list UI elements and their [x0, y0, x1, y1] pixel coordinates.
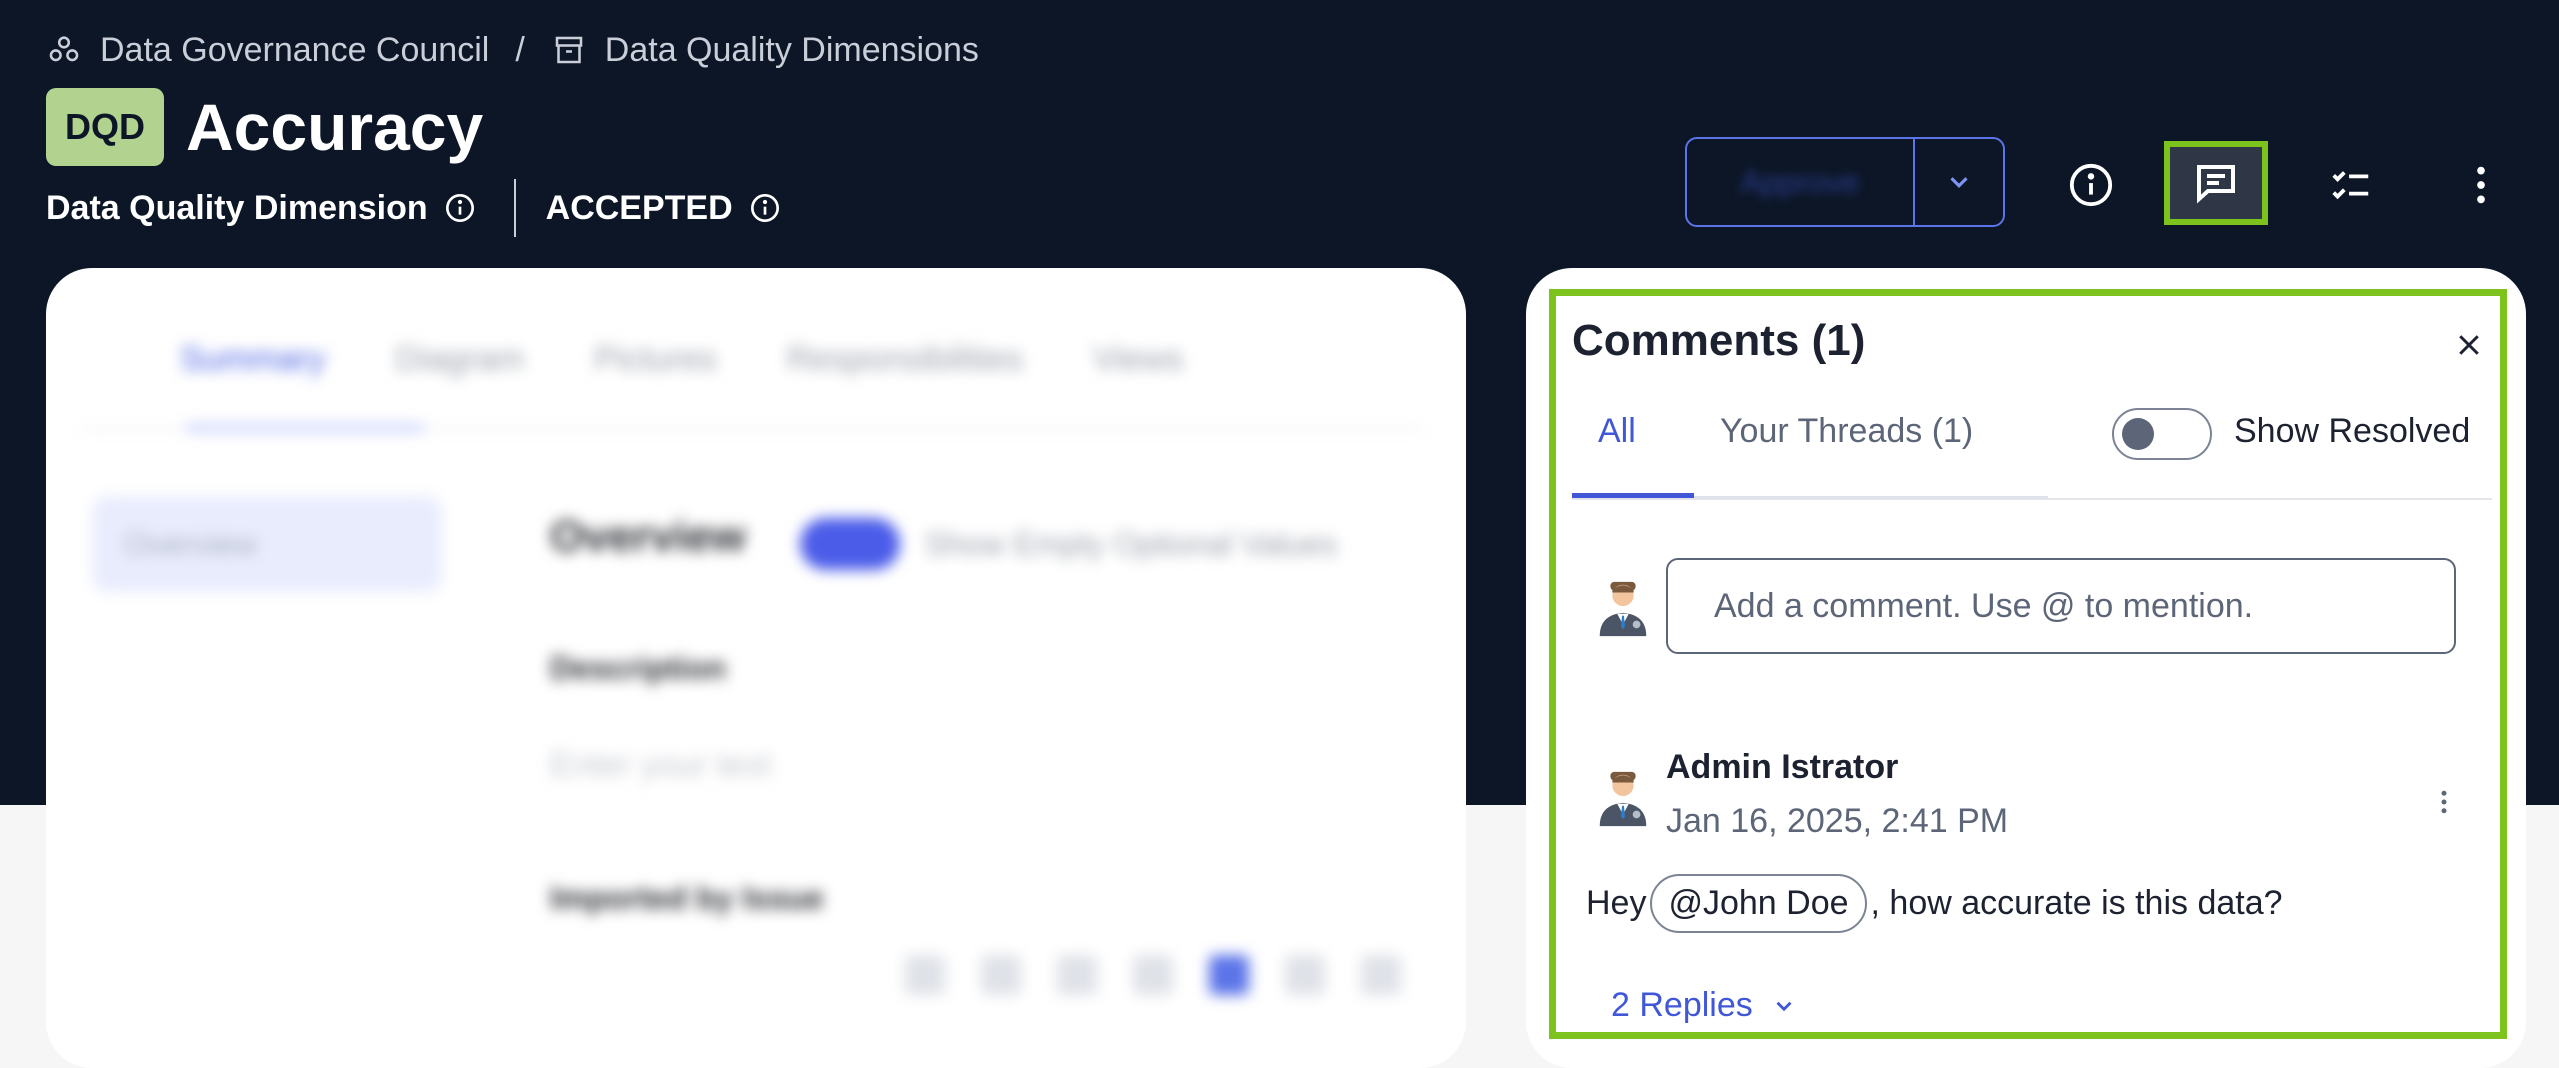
close-icon	[2459, 335, 2479, 355]
tasks-button[interactable]	[2310, 144, 2392, 226]
comment-date: Jan 16, 2025, 2:41 PM	[1666, 802, 2009, 840]
author-avatar-icon	[1599, 771, 1647, 827]
user-avatar-icon	[1599, 581, 1647, 637]
mention-chip[interactable]: @John Doe	[1650, 874, 1867, 933]
tasks-icon	[2332, 171, 2369, 200]
asset-type-label: Data Quality Dimension	[46, 188, 428, 227]
tab-responsibilities[interactable]: Responsibilities	[787, 340, 1023, 379]
description-label: Description	[550, 650, 727, 686]
replies-label: 2 Replies	[1611, 986, 1753, 1024]
info-icon	[2069, 163, 2113, 207]
toolbar-button[interactable]	[1285, 955, 1325, 995]
status-info-icon[interactable]	[749, 192, 781, 224]
comment-input[interactable]: Add a comment. Use @ to mention.	[1666, 558, 2456, 654]
toolbar-button[interactable]	[1133, 955, 1173, 995]
toolbar-button[interactable]	[1209, 955, 1249, 995]
comment-author: Admin Istrator	[1666, 748, 1899, 786]
comment-text-prefix: Hey	[1586, 884, 1647, 922]
show-resolved-label: Show Resolved	[2234, 412, 2471, 450]
comments-button[interactable]	[2164, 141, 2268, 225]
asset-title-row: DQD Accuracy	[46, 88, 483, 166]
workflow-action-main[interactable]: Approve	[1687, 139, 1913, 225]
domain-box-icon	[551, 32, 587, 68]
breadcrumb-community[interactable]: Data Governance Council	[100, 31, 489, 70]
comment-input-placeholder: Add a comment. Use @ to mention.	[1714, 586, 2254, 625]
workflow-action-button: Approve	[1685, 137, 2005, 227]
show-resolved-toggle[interactable]	[2112, 408, 2212, 460]
replies-toggle[interactable]: 2 Replies	[1611, 986, 1797, 1025]
chevron-down-icon	[1950, 177, 1968, 188]
tab-views[interactable]: Views	[1093, 340, 1183, 379]
comment-menu-button[interactable]	[2424, 772, 2464, 832]
toolbar-button[interactable]	[1361, 955, 1401, 995]
tab-all-comments[interactable]: All	[1598, 412, 1636, 451]
type-info-icon[interactable]	[444, 192, 476, 224]
tab-your-threads[interactable]: Your Threads (1)	[1720, 412, 1973, 451]
editor-toolbar	[905, 955, 1401, 995]
side-nav-overview[interactable]: Overview	[92, 496, 442, 592]
comments-panel: Comments (1) All Your Threads (1) Show R…	[1549, 289, 2507, 1039]
community-icon	[46, 32, 82, 68]
toggle-knob	[2122, 418, 2154, 450]
asset-content-card	[46, 268, 1466, 1068]
tab-summary[interactable]: Summary	[180, 340, 325, 379]
breadcrumb: Data Governance Council / Data Quality D…	[46, 26, 979, 74]
comment-body: Hey @John Doe , how accurate is this dat…	[1586, 874, 2283, 933]
tab-diagram[interactable]: Diagram	[395, 340, 523, 379]
breadcrumb-separator: /	[515, 30, 525, 69]
page-title: Accuracy	[186, 90, 484, 164]
comments-title: Comments (1)	[1572, 316, 1866, 365]
show-empty-toggle[interactable]	[800, 518, 900, 570]
imported-by-label: Imported by Issue	[550, 880, 824, 916]
toolbar-button[interactable]	[1057, 955, 1097, 995]
more-vertical-icon	[2441, 790, 2447, 814]
toolbar-button[interactable]	[905, 955, 945, 995]
asset-meta: Data Quality Dimension ACCEPTED	[46, 178, 781, 238]
tab-pictures[interactable]: Pictures	[594, 340, 717, 379]
chevron-down-icon	[1776, 1001, 1792, 1011]
active-tab-indicator	[1572, 493, 1694, 498]
more-actions-button[interactable]	[2440, 144, 2522, 226]
section-title: Overview	[550, 512, 746, 561]
workflow-action-dropdown[interactable]	[1913, 139, 2003, 225]
toolbar-button[interactable]	[981, 955, 1021, 995]
asset-tabs: Summary Diagram Pictures Responsibilitie…	[180, 340, 1183, 379]
status-badge: ACCEPTED	[545, 188, 733, 227]
comments-icon	[2197, 165, 2235, 204]
comment-text-suffix: , how accurate is this data?	[1870, 884, 2283, 922]
show-empty-label: Show Empty Optional Values	[925, 526, 1338, 562]
active-tab-indicator	[185, 424, 425, 432]
info-button[interactable]	[2050, 144, 2132, 226]
more-vertical-icon	[2477, 166, 2485, 204]
close-comments-button[interactable]	[2446, 322, 2492, 368]
meta-divider	[513, 179, 516, 237]
breadcrumb-domain[interactable]: Data Quality Dimensions	[605, 31, 979, 70]
description-input[interactable]: Enter your text	[550, 746, 771, 785]
asset-type-badge: DQD	[46, 88, 164, 166]
